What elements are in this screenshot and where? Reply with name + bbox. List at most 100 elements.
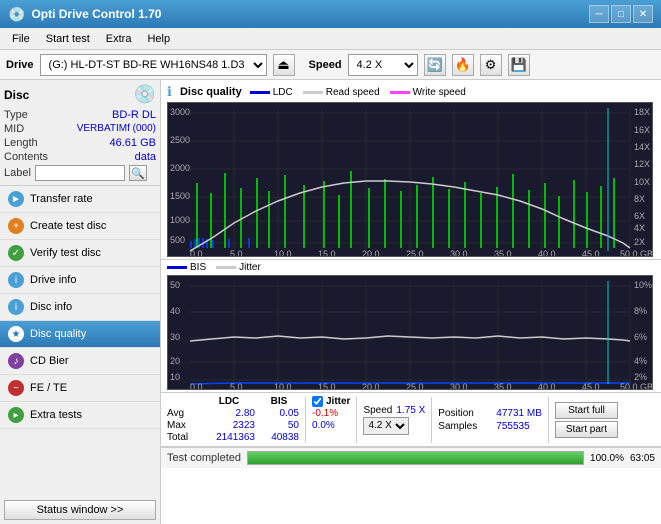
disc-title: Disc: [4, 88, 29, 102]
disc-icon: 💿: [134, 84, 156, 105]
write-speed-legend: Write speed: [413, 87, 466, 98]
svg-text:10: 10: [170, 372, 180, 382]
divider4: [548, 397, 549, 443]
minimize-button[interactable]: ─: [589, 5, 609, 23]
settings-button[interactable]: ⚙: [480, 54, 502, 76]
status-window-button[interactable]: Status window >>: [4, 500, 156, 520]
sidebar-item-transfer-rate[interactable]: ► Transfer rate: [0, 186, 160, 213]
svg-text:1000: 1000: [170, 215, 190, 225]
create-test-icon: +: [8, 218, 24, 234]
app-icon: 💿: [8, 6, 25, 23]
svg-text:30.0: 30.0: [450, 249, 468, 257]
svg-text:2X: 2X: [634, 237, 645, 247]
extra-tests-icon: ▸: [8, 407, 24, 423]
sidebar-item-disc-quality[interactable]: ★ Disc quality: [0, 321, 160, 348]
menu-file[interactable]: File: [4, 32, 38, 46]
svg-text:5.0: 5.0: [230, 249, 243, 257]
drive-select[interactable]: (G:) HL-DT-ST BD-RE WH16NS48 1.D3: [40, 54, 267, 76]
sidebar-item-disc-info[interactable]: i Disc info: [0, 294, 160, 321]
drive-info-icon: i: [8, 272, 24, 288]
progress-bar-container: [247, 451, 584, 465]
svg-text:0.0: 0.0: [190, 249, 203, 257]
maximize-button[interactable]: □: [611, 5, 631, 23]
svg-text:6X: 6X: [634, 211, 645, 221]
menu-extra[interactable]: Extra: [98, 32, 140, 46]
progress-percent: 100.0%: [590, 453, 624, 464]
svg-text:4X: 4X: [634, 223, 645, 233]
menu-help[interactable]: Help: [139, 32, 178, 46]
close-button[interactable]: ✕: [633, 5, 653, 23]
divider1: [305, 397, 306, 443]
sidebar-item-drive-info[interactable]: i Drive info: [0, 267, 160, 294]
bis-legend: BIS: [190, 262, 206, 273]
sidebar-item-cd-bier[interactable]: ♪ CD Bier: [0, 348, 160, 375]
sidebar-item-verify-test[interactable]: ✓ Verify test disc: [0, 240, 160, 267]
contents-label: Contents: [4, 151, 48, 163]
svg-text:40: 40: [170, 306, 180, 316]
max-ldc: 2323: [203, 420, 255, 431]
verify-test-label: Verify test disc: [30, 247, 101, 259]
type-value: BD-R DL: [112, 109, 156, 121]
extra-tests-label: Extra tests: [30, 409, 82, 421]
start-part-button[interactable]: Start part: [555, 421, 618, 438]
divider2: [356, 397, 357, 443]
jitter-label: Jitter: [326, 396, 350, 407]
total-ldc: 2141363: [203, 432, 255, 443]
stats-row: LDC BIS Avg 2.80 0.05 Max 2323 50 Total …: [161, 393, 661, 447]
svg-text:40.0: 40.0: [538, 382, 556, 390]
position-label: Position: [438, 408, 492, 419]
label-input[interactable]: [35, 165, 125, 181]
eject-button[interactable]: ⏏: [273, 54, 295, 76]
svg-text:30.0: 30.0: [450, 382, 468, 390]
progress-bar: [248, 452, 583, 464]
svg-text:25.0: 25.0: [406, 382, 424, 390]
disc-panel: Disc 💿 Type BD-R DL MID VERBATIMf (000) …: [0, 80, 160, 186]
speed-select[interactable]: 4.2 X: [348, 54, 418, 76]
menu-start-test[interactable]: Start test: [38, 32, 98, 46]
svg-text:12X: 12X: [634, 159, 650, 169]
fe-te-label: FE / TE: [30, 382, 67, 394]
save-button[interactable]: 💾: [508, 54, 530, 76]
svg-text:1500: 1500: [170, 191, 190, 201]
speed-stat-value: 1.75 X: [396, 405, 425, 416]
label-button[interactable]: 🔍: [129, 165, 147, 181]
disc-info-label: Disc info: [30, 301, 72, 313]
title-bar-title: Opti Drive Control 1.70: [31, 7, 161, 21]
sidebar-item-extra-tests[interactable]: ▸ Extra tests: [0, 402, 160, 429]
verify-test-icon: ✓: [8, 245, 24, 261]
start-full-button[interactable]: Start full: [555, 402, 618, 419]
progress-area: Test completed 100.0% 63:05: [161, 447, 661, 468]
svg-text:25.0: 25.0: [406, 249, 424, 257]
drive-label: Drive: [6, 59, 34, 71]
svg-text:20.0: 20.0: [362, 249, 380, 257]
length-label: Length: [4, 137, 38, 149]
menu-bar: File Start test Extra Help: [0, 28, 661, 50]
svg-text:35.0: 35.0: [494, 249, 512, 257]
svg-text:500: 500: [170, 235, 185, 245]
sidebar-item-fe-te[interactable]: ~ FE / TE: [0, 375, 160, 402]
svg-text:16X: 16X: [634, 125, 650, 135]
avg-bis: 0.05: [259, 408, 299, 419]
content-area: ℹ Disc quality LDC Read speed Write spee…: [161, 80, 661, 524]
avg-ldc: 2.80: [203, 408, 255, 419]
sidebar-item-create-test[interactable]: + Create test disc: [0, 213, 160, 240]
samples-value: 755535: [496, 421, 529, 432]
disc-info-icon: i: [8, 299, 24, 315]
chart-icon: ℹ: [167, 84, 172, 100]
svg-text:2000: 2000: [170, 163, 190, 173]
svg-text:10X: 10X: [634, 177, 650, 187]
max-jitter: 0.0%: [312, 420, 335, 431]
refresh-button[interactable]: 🔄: [424, 54, 446, 76]
position-value: 47731 MB: [496, 408, 542, 419]
svg-text:35.0: 35.0: [494, 382, 512, 390]
speed-quality-select[interactable]: 4.2 X: [363, 417, 409, 435]
cd-bier-label: CD Bier: [30, 355, 69, 367]
svg-text:15.0: 15.0: [318, 382, 336, 390]
jitter-checkbox[interactable]: [312, 396, 323, 407]
burn-button[interactable]: 🔥: [452, 54, 474, 76]
svg-text:0.0: 0.0: [190, 382, 203, 390]
svg-text:10.0: 10.0: [274, 382, 292, 390]
svg-text:20: 20: [170, 356, 180, 366]
bis-header: BIS: [259, 396, 299, 407]
svg-text:10.0: 10.0: [274, 249, 292, 257]
